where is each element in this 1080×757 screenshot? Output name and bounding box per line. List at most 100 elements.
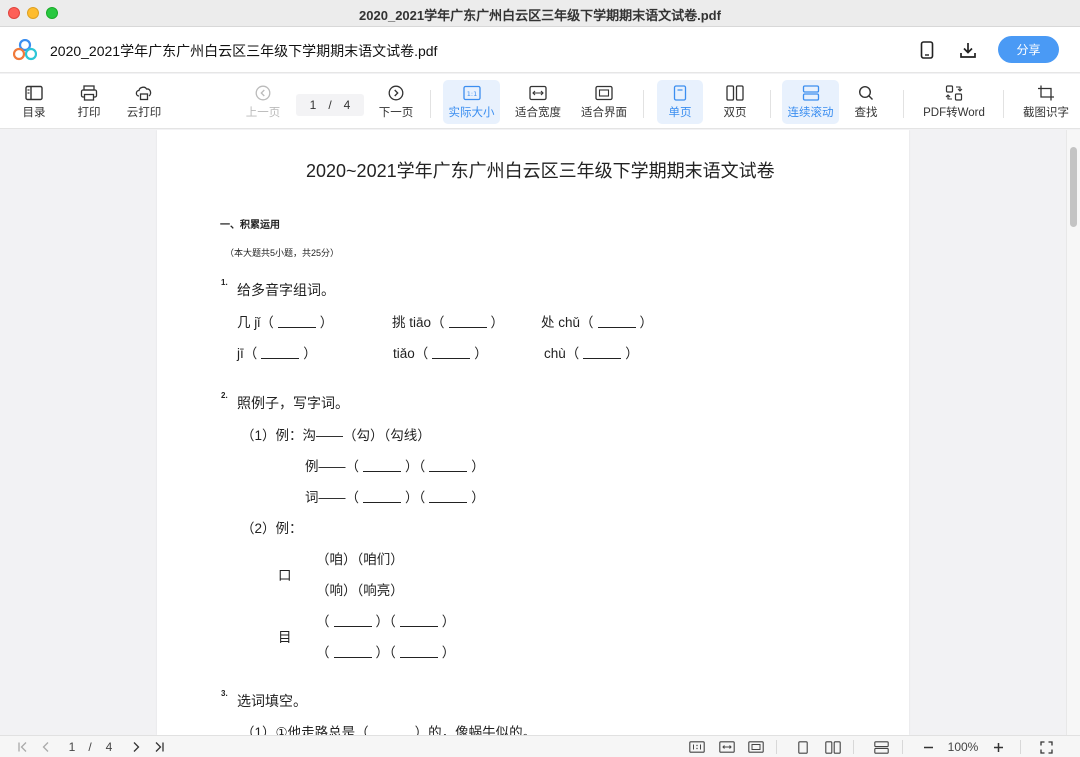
mobile-icon[interactable] bbox=[916, 39, 938, 61]
double-page-icon bbox=[726, 85, 744, 101]
answer-prefix: 例——（ bbox=[305, 459, 359, 474]
app-window: 2020_2021学年广东广州白云区三年级下学期期末语文试卷.pdf 2020_… bbox=[0, 0, 1080, 757]
answer-prefix: chù（ bbox=[544, 346, 580, 361]
download-icon[interactable] bbox=[957, 39, 979, 61]
fit-width-icon bbox=[529, 85, 547, 101]
answer-prefix: 处 chǔ（ bbox=[541, 315, 594, 330]
ocr-button[interactable]: 截图识字 bbox=[1018, 80, 1074, 124]
page-separator: / bbox=[328, 98, 332, 112]
toc-button[interactable]: 目录 bbox=[14, 80, 54, 124]
status-divider bbox=[1020, 740, 1021, 754]
answer-blank[interactable] bbox=[448, 326, 487, 328]
document-viewport[interactable]: 2020~2021学年广东广州白云区三年级下学期期末语文试卷 一、积累运用 （本… bbox=[0, 130, 1080, 735]
answer-separator: ）（ bbox=[405, 459, 426, 474]
actual-size-icon[interactable] bbox=[688, 738, 706, 756]
status-page-total: 4 bbox=[105, 740, 113, 754]
answer-blank[interactable] bbox=[399, 656, 438, 658]
status-divider bbox=[776, 740, 777, 754]
actual-size-button[interactable]: 1:1 实际大小 bbox=[443, 80, 500, 124]
pdf-to-word-label: PDF转Word bbox=[923, 107, 985, 119]
answer-blank[interactable] bbox=[429, 501, 468, 503]
answer-line: 例——（ ）（ ） bbox=[305, 455, 485, 475]
answer-blank[interactable] bbox=[432, 357, 471, 359]
fit-width-button[interactable]: 适合宽度 bbox=[512, 80, 564, 124]
answer-blank[interactable] bbox=[429, 470, 468, 472]
question-number: 2. bbox=[221, 391, 228, 400]
fit-page-icon bbox=[595, 85, 613, 101]
vertical-scrollbar[interactable] bbox=[1066, 130, 1080, 735]
answer-line: tiǎo（ ） bbox=[393, 342, 488, 362]
app-header: 2020_2021学年广东广州白云区三年级下学期期末语文试卷.pdf 分享 bbox=[0, 27, 1080, 73]
question-text: 给多音字组词。 bbox=[237, 282, 335, 298]
section-note: （本大题共5小题，共25分） bbox=[225, 248, 340, 258]
answer-suffix: ） bbox=[303, 346, 317, 361]
answer-blank[interactable] bbox=[261, 357, 300, 359]
answer-separator: ）（ bbox=[375, 614, 396, 629]
answer-blank[interactable] bbox=[597, 326, 636, 328]
continuous-scroll-icon[interactable] bbox=[872, 738, 890, 756]
answer-blank[interactable] bbox=[277, 326, 316, 328]
answer-blank[interactable] bbox=[333, 625, 372, 627]
fit-page-button[interactable]: 适合界面 bbox=[578, 80, 630, 124]
prev-page-icon[interactable] bbox=[37, 738, 55, 756]
convert-icon bbox=[945, 85, 963, 101]
zoom-out-icon[interactable] bbox=[920, 738, 936, 756]
example-line: （响）（响亮） bbox=[316, 583, 404, 598]
toolbar-divider bbox=[770, 90, 771, 118]
last-page-icon[interactable] bbox=[150, 738, 168, 756]
scrollbar-thumb[interactable] bbox=[1070, 147, 1077, 227]
answer-blank[interactable] bbox=[363, 470, 401, 472]
zoom-level[interactable]: 100% bbox=[944, 738, 982, 756]
answer-line: 处 chǔ（ ） bbox=[541, 311, 653, 331]
exam-title: 2020~2021学年广东广州白云区三年级下学期期末语文试卷 bbox=[306, 161, 775, 181]
answer-blank[interactable] bbox=[363, 501, 401, 503]
window-title: 2020_2021学年广东广州白云区三年级下学期期末语文试卷.pdf bbox=[359, 8, 721, 23]
continuous-scroll-button[interactable]: 连续滚动 bbox=[782, 80, 839, 124]
answer-separator: ）（ bbox=[405, 490, 426, 505]
example-line: （咱）（咱们） bbox=[316, 552, 404, 567]
chevron-left-circle-icon bbox=[255, 85, 271, 101]
single-page-icon bbox=[673, 85, 687, 101]
fullscreen-icon[interactable] bbox=[1037, 738, 1055, 756]
status-page-current[interactable]: 1 bbox=[64, 738, 80, 756]
pdf-page: 2020~2021学年广东广州白云区三年级下学期期末语文试卷 一、积累运用 （本… bbox=[157, 130, 909, 735]
toolbar-divider bbox=[643, 90, 644, 118]
prev-page-button[interactable]: 上一页 bbox=[243, 80, 283, 124]
double-page-icon[interactable] bbox=[824, 738, 842, 756]
answer-suffix: ） bbox=[441, 645, 456, 660]
answer-prefix: tiǎo（ bbox=[393, 346, 429, 361]
cloud-print-button[interactable]: 云打印 bbox=[122, 80, 166, 124]
answer-suffix: ） bbox=[471, 490, 485, 505]
answer-blank[interactable] bbox=[399, 625, 438, 627]
question-text: 选词填空。 bbox=[237, 693, 307, 709]
fit-width-icon[interactable] bbox=[718, 738, 736, 756]
find-button[interactable]: 查找 bbox=[847, 80, 885, 124]
page-number-input[interactable]: 1 / 4 bbox=[296, 94, 364, 116]
share-button[interactable]: 分享 bbox=[998, 36, 1059, 63]
single-page-button[interactable]: 单页 bbox=[657, 80, 703, 124]
next-page-label: 下一页 bbox=[378, 107, 414, 119]
answer-line: chù（ ） bbox=[544, 342, 639, 362]
section-heading: 一、积累运用 bbox=[220, 220, 280, 231]
status-divider bbox=[902, 740, 903, 754]
chevron-right-circle-icon bbox=[388, 85, 404, 101]
print-label: 打印 bbox=[77, 107, 101, 119]
prev-page-label: 上一页 bbox=[245, 107, 281, 119]
pdf-to-word-button[interactable]: PDF转Word bbox=[919, 80, 989, 124]
double-page-button[interactable]: 双页 bbox=[713, 80, 757, 124]
toolbar-divider bbox=[430, 90, 431, 118]
answer-blank[interactable] bbox=[333, 656, 372, 658]
answer-suffix: ） bbox=[441, 614, 456, 629]
answer-line: （ ）（ ） bbox=[316, 610, 455, 630]
zoom-in-icon[interactable] bbox=[990, 738, 1006, 756]
status-bar: 1 / 4 100% bbox=[0, 735, 1080, 757]
double-page-label: 双页 bbox=[723, 107, 747, 119]
next-page-button[interactable]: 下一页 bbox=[375, 80, 417, 124]
next-page-icon[interactable] bbox=[127, 738, 145, 756]
answer-suffix: ） bbox=[319, 315, 334, 330]
first-page-icon[interactable] bbox=[14, 738, 32, 756]
print-button[interactable]: 打印 bbox=[69, 80, 109, 124]
answer-blank[interactable] bbox=[583, 357, 622, 359]
single-page-icon[interactable] bbox=[795, 738, 811, 756]
fit-page-icon[interactable] bbox=[747, 738, 765, 756]
